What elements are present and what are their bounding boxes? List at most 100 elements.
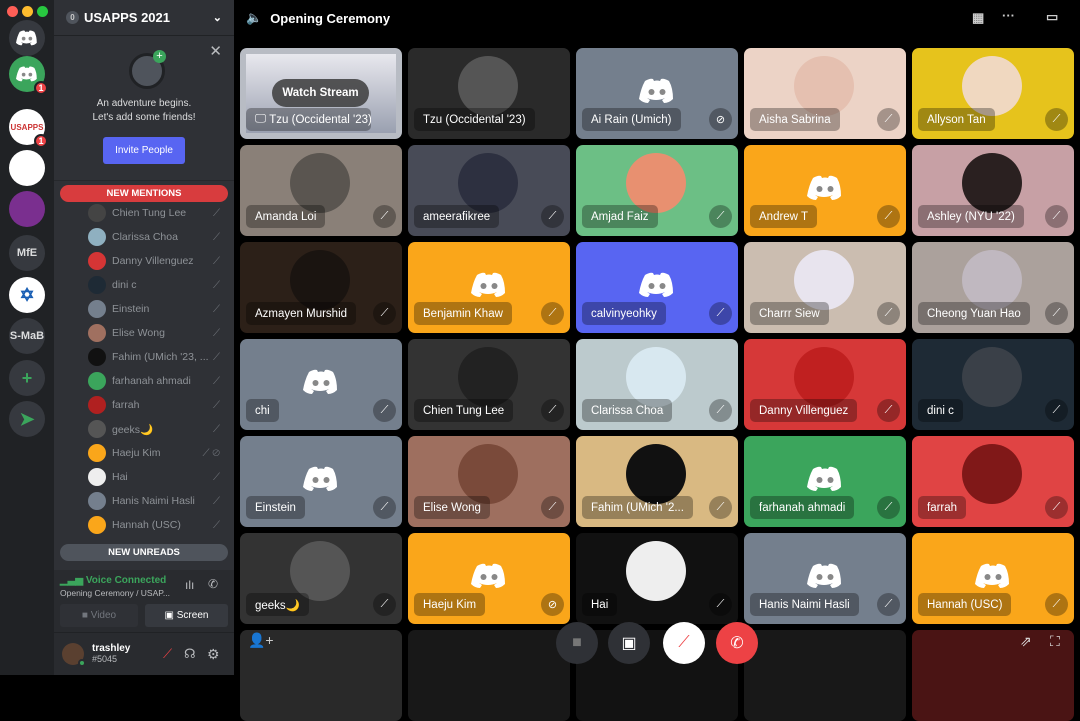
participant-tile[interactable] [576,630,738,721]
screen-share-control[interactable]: ▣ [608,622,650,664]
member-name: Hannah (USC) [112,519,181,531]
online-status-icon [78,659,86,667]
participant-tile[interactable]: Hanis Naimi Hasli ⟋ [744,533,906,624]
participant-tile[interactable]: Ashley (NYU '22) ⟋ [912,145,1074,236]
chevron-down-icon[interactable]: ⌄ [213,11,222,24]
invite-people-button[interactable]: Invite People [103,137,185,164]
muted-icon: ⟋ [541,205,564,228]
voice-member[interactable]: farhanah ahmadi ⟋ [88,369,228,393]
new-unreads-banner[interactable]: NEW UNREADS [60,544,228,561]
participant-tile[interactable]: Clarissa Choa ⟋ [576,339,738,430]
disconnect-button[interactable]: ✆ [716,622,758,664]
popout-icon[interactable]: ▭ [1046,9,1058,25]
server-house[interactable] [9,191,45,227]
discord-logo-icon [303,369,337,394]
participant-tile[interactable]: dini c ⟋ [912,339,1074,430]
headphones-icon[interactable]: ☊ [184,646,196,662]
voice-member[interactable]: geeks🌙 ⟋ [88,417,228,441]
server-israel[interactable]: ✡ [9,277,45,313]
avatar [88,468,106,486]
server-arch[interactable] [9,150,45,186]
voice-member[interactable]: Elise Wong ⟋ [88,321,228,345]
server-home[interactable] [9,20,45,56]
more-icon[interactable]: ··· [1002,8,1015,23]
voice-member[interactable]: Chien Tung Lee ⟋ [88,201,228,225]
participant-tile[interactable]: Haeju Kim ⊘ [408,533,570,624]
window-close-button[interactable] [7,6,18,17]
participant-tile[interactable]: Ai Rain (Umich) ⊘ [576,48,738,139]
invite-line-2: Let's add some friends! [92,112,196,123]
participant-tile[interactable]: Azmayen Murshid ⟋ [240,242,402,333]
participant-tile[interactable]: ameerafikree ⟋ [408,145,570,236]
voice-member[interactable]: Fahim (UMich '23, ... ⟋ [88,345,228,369]
server-add-server[interactable]: + [9,360,45,396]
voice-member[interactable]: Clarissa Choa ⟋ [88,225,228,249]
layout-icon[interactable]: ▦ [972,10,984,26]
voice-member[interactable]: Hannah (USC) ⟋ [88,513,228,537]
discord-logo-icon [807,466,841,491]
participant-tile[interactable]: Hai ⟋ [576,533,738,624]
video-button[interactable]: ■ Video [60,604,138,627]
avatar[interactable] [62,643,86,667]
participant-tile[interactable]: geeks🌙 ⟋ [240,533,402,624]
participant-tile[interactable] [744,630,906,721]
voice-member[interactable]: farrah ⟋ [88,393,228,417]
participant-tile[interactable]: Fahim (UMich '2... ⟋ [576,436,738,527]
gear-icon[interactable]: ⚙ [207,646,220,663]
voice-member[interactable]: Hai ⟋ [88,465,228,489]
muted-icon: ⟋ [213,327,220,339]
window-zoom-button[interactable] [37,6,48,17]
unmute-button[interactable]: ⟋ [663,622,705,664]
server-server-green[interactable]: 1 [9,56,48,95]
voice-member[interactable]: Danny Villenguez ⟋ [88,249,228,273]
participant-tile[interactable]: Elise Wong ⟋ [408,436,570,527]
watch-stream-button[interactable]: Watch Stream [272,79,369,107]
server-usapps[interactable]: USAPPS 1 [9,109,48,148]
participant-tile[interactable]: Amanda Loi ⟋ [240,145,402,236]
participant-tile[interactable]: Chien Tung Lee ⟋ [408,339,570,430]
server-mfe[interactable]: MfE [9,235,45,271]
participant-tile[interactable]: Aisha Sabrina ⟋ [744,48,906,139]
stream-tile[interactable]: Watch Stream 🖵 Tzu (Occidental '23) [240,48,402,139]
participant-tile[interactable]: Cheong Yuan Hao ⟋ [912,242,1074,333]
participant-tile[interactable]: farrah ⟋ [912,436,1074,527]
participant-tile[interactable]: Einstein ⟋ [240,436,402,527]
server-s-mab[interactable]: S-MaB [9,318,45,354]
new-mentions-banner[interactable]: NEW MENTIONS [60,185,228,202]
participant-tile[interactable]: Allyson Tan ⟋ [912,48,1074,139]
camera-button[interactable]: ■ [556,622,598,664]
participant-tile[interactable]: chi ⟋ [240,339,402,430]
participant-tile[interactable]: Amjad Faiz ⟋ [576,145,738,236]
participant-tile[interactable]: calvinyeohky ⟋ [576,242,738,333]
popout-stream-icon[interactable]: ⇗ [1020,633,1032,650]
add-person-icon[interactable]: 👤+ [248,632,274,649]
noise-suppression-icon[interactable]: ılı [185,578,194,592]
screen-share-button[interactable]: ▣ Screen [145,604,228,627]
server-explore[interactable]: ➤ [9,401,45,437]
participant-tile[interactable]: Hannah (USC) ⟋ [912,533,1074,624]
participant-tile[interactable] [408,630,570,721]
participant-tile[interactable]: Danny Villenguez ⟋ [744,339,906,430]
fullscreen-icon[interactable]: ⛶ [1050,633,1060,650]
voice-member[interactable]: Einstein ⟋ [88,297,228,321]
participant-tile[interactable]: farhanah ahmadi ⟋ [744,436,906,527]
participant-tile[interactable]: Benjamin Khaw ⟋ [408,242,570,333]
window-minimize-button[interactable] [22,6,33,17]
participant-tile[interactable]: Charrr Siew ⟋ [744,242,906,333]
voice-member[interactable]: Haeju Kim ⟋ ⊘ [88,441,228,465]
voice-status[interactable]: ▁▃▅ Voice Connected [60,575,166,586]
deafened-icon: ⊘ [709,108,732,131]
participant-tile[interactable]: Andrew T ⟋ [744,145,906,236]
guild-header[interactable]: 0 USAPPS 2021 ⌄ [54,0,234,36]
close-icon[interactable]: ✕ [209,42,222,60]
member-name: Elise Wong [112,327,165,339]
participant-avatar [962,347,1022,407]
voice-channel[interactable]: Opening Ceremony / USAP... [60,588,170,598]
muted-icon: ⟋ [213,399,220,411]
disconnect-icon[interactable]: ✆ [208,577,218,591]
mute-icon[interactable]: ⟋ [163,646,172,662]
voice-member[interactable]: Hanis Naimi Hasli ⟋ [88,489,228,513]
voice-member[interactable]: dini c ⟋ [88,273,228,297]
muted-icon: ⟋ [877,593,900,616]
participant-tile[interactable]: Tzu (Occidental '23) [408,48,570,139]
